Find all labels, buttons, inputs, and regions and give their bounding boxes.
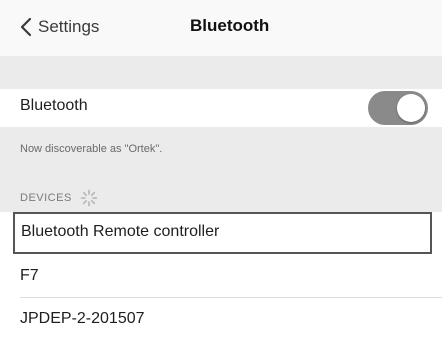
device-label: JPDEP-2-201507: [20, 310, 145, 327]
device-label: F7: [20, 267, 39, 284]
device-label: Bluetooth Remote controller: [21, 223, 220, 240]
bluetooth-toggle-row: Bluetooth: [0, 89, 442, 127]
back-button[interactable]: Settings: [20, 14, 99, 40]
discoverable-note: Now discoverable as "Ortek".: [20, 143, 163, 155]
info-area: Now discoverable as "Ortek". DEVICES: [0, 127, 442, 212]
toggle-knob: [397, 94, 425, 122]
section-spacer: [0, 56, 442, 89]
nav-bar: Settings Bluetooth: [0, 0, 442, 56]
row-divider: [20, 297, 442, 298]
back-label: Settings: [38, 17, 100, 36]
chevron-left-icon: [20, 17, 32, 37]
bluetooth-label: Bluetooth: [20, 97, 88, 114]
device-row-remote-controller[interactable]: Bluetooth Remote controller: [13, 212, 432, 254]
devices-header-label: DEVICES: [20, 192, 72, 204]
spinner-icon: [80, 189, 98, 207]
page-title: Bluetooth: [190, 16, 270, 35]
bluetooth-toggle[interactable]: [368, 91, 428, 125]
device-row-jpdep[interactable]: JPDEP-2-201507: [0, 299, 442, 341]
device-row-f7[interactable]: F7: [0, 256, 442, 298]
devices-section-header: DEVICES: [20, 189, 98, 207]
